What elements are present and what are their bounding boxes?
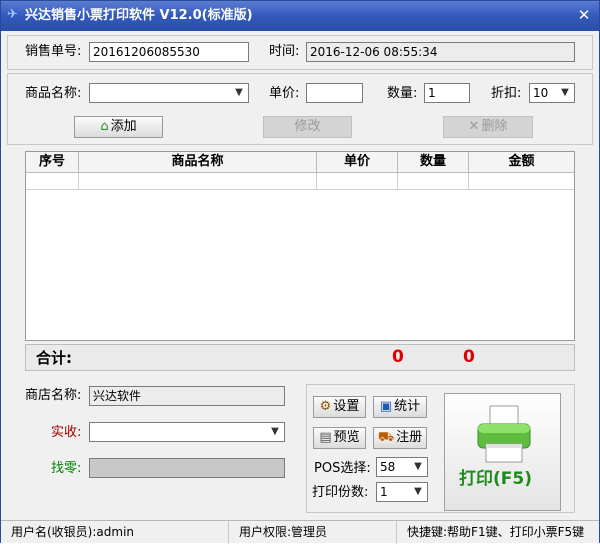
- change-label: 找零:: [51, 461, 82, 476]
- qty-label: 数量:: [387, 86, 418, 101]
- shop-name-field[interactable]: 兴达软件: [89, 386, 285, 406]
- column-header-name[interactable]: 商品名称: [79, 152, 317, 173]
- delete-button-label: 删除: [481, 119, 508, 134]
- stats-button-label: 统计: [394, 399, 421, 414]
- price-input[interactable]: [306, 83, 363, 103]
- table-cell: [469, 173, 574, 190]
- pos-value: 58: [380, 460, 396, 474]
- table-cell: [79, 173, 317, 190]
- column-header-price[interactable]: 单价: [317, 152, 398, 173]
- discount-select[interactable]: 10 ▼: [529, 83, 575, 103]
- close-icon: ✕: [468, 119, 480, 134]
- settings-button-label: 设置: [333, 399, 360, 414]
- pos-label: POS选择:: [314, 461, 371, 476]
- table-header: 序号 商品名称 单价 数量 金额: [26, 152, 574, 173]
- total-bar: 合计: 0 0: [25, 344, 575, 371]
- settings-button[interactable]: ⚙ 设置: [313, 396, 366, 418]
- print-button-label: 打印(F5): [459, 469, 532, 489]
- item-name-label: 商品名称:: [25, 86, 82, 101]
- register-button-label: 注册: [396, 430, 423, 445]
- status-role: 用户权限:管理员: [229, 521, 397, 544]
- price-label: 单价:: [269, 86, 300, 101]
- chevron-down-icon[interactable]: ▼: [558, 84, 572, 102]
- discount-label: 折扣:: [491, 86, 522, 101]
- app-icon: ✈: [7, 7, 18, 22]
- add-button[interactable]: ⌂ 添加: [74, 116, 163, 138]
- copies-label: 打印份数:: [312, 485, 369, 500]
- received-label: 实收:: [51, 425, 82, 440]
- item-name-combo[interactable]: ▼: [89, 83, 249, 103]
- change-field: [89, 458, 285, 478]
- edit-button-label: 修改: [294, 119, 321, 134]
- truck-icon: ⛟: [377, 430, 395, 445]
- items-table[interactable]: 序号 商品名称 单价 数量 金额: [25, 151, 575, 341]
- time-field[interactable]: 2016-12-06 08:55:34: [306, 42, 575, 62]
- window-title: 兴达销售小票打印软件 V12.0(标准版): [25, 8, 253, 23]
- main-window: ✈ 兴达销售小票打印软件 V12.0(标准版) ✕ 销售单号: 20161206…: [0, 0, 600, 544]
- chevron-down-icon[interactable]: ▼: [411, 483, 425, 501]
- total-amount: 0: [463, 347, 475, 367]
- pos-select[interactable]: 58 ▼: [376, 457, 428, 477]
- register-button[interactable]: ⛟ 注册: [373, 427, 427, 449]
- column-header-index[interactable]: 序号: [26, 152, 79, 173]
- qty-input[interactable]: 1: [424, 83, 470, 103]
- total-label: 合计:: [36, 349, 72, 367]
- add-button-label: 添加: [110, 119, 137, 134]
- time-label: 时间:: [269, 44, 300, 59]
- order-number-label: 销售单号:: [25, 44, 82, 59]
- chevron-down-icon[interactable]: ▼: [411, 458, 425, 476]
- table-cell: [398, 173, 469, 190]
- home-icon: ⌂: [100, 119, 109, 134]
- table-cell: [317, 173, 398, 190]
- stats-button[interactable]: ▣ 统计: [373, 396, 427, 418]
- table-row[interactable]: [26, 173, 574, 190]
- print-button[interactable]: 打印(F5): [444, 393, 561, 511]
- status-bar: 用户名(收银员):admin 用户权限:管理员 快捷键:帮助F1键、打印小票F5…: [1, 520, 599, 544]
- total-qty: 0: [392, 347, 404, 367]
- status-hotkeys: 快捷键:帮助F1键、打印小票F5键: [407, 525, 585, 539]
- shop-name-label: 商店名称:: [25, 388, 82, 403]
- discount-value: 10: [533, 86, 549, 100]
- printer-icon: [477, 405, 531, 463]
- table-cell: [26, 173, 79, 190]
- preview-button-label: 预览: [333, 430, 360, 445]
- delete-button[interactable]: ✕ 删除: [443, 116, 533, 138]
- received-combo[interactable]: ▼: [89, 422, 285, 442]
- edit-button[interactable]: 修改: [263, 116, 352, 138]
- chart-icon: ▣: [379, 399, 393, 414]
- chevron-down-icon[interactable]: ▼: [232, 84, 246, 102]
- copies-select[interactable]: 1 ▼: [376, 482, 428, 502]
- order-number-field[interactable]: 20161206085530: [89, 42, 249, 62]
- column-header-amount[interactable]: 金额: [469, 152, 574, 173]
- chevron-down-icon[interactable]: ▼: [268, 423, 282, 441]
- column-header-qty[interactable]: 数量: [398, 152, 469, 173]
- status-user: 用户名(收银员):admin: [1, 521, 229, 544]
- document-search-icon: ▤: [319, 430, 332, 445]
- title-bar[interactable]: ✈ 兴达销售小票打印软件 V12.0(标准版) ✕: [1, 1, 599, 31]
- copies-value: 1: [380, 485, 388, 499]
- preview-button[interactable]: ▤ 预览: [313, 427, 366, 449]
- close-icon[interactable]: ✕: [575, 6, 593, 24]
- gear-icon: ⚙: [319, 399, 332, 414]
